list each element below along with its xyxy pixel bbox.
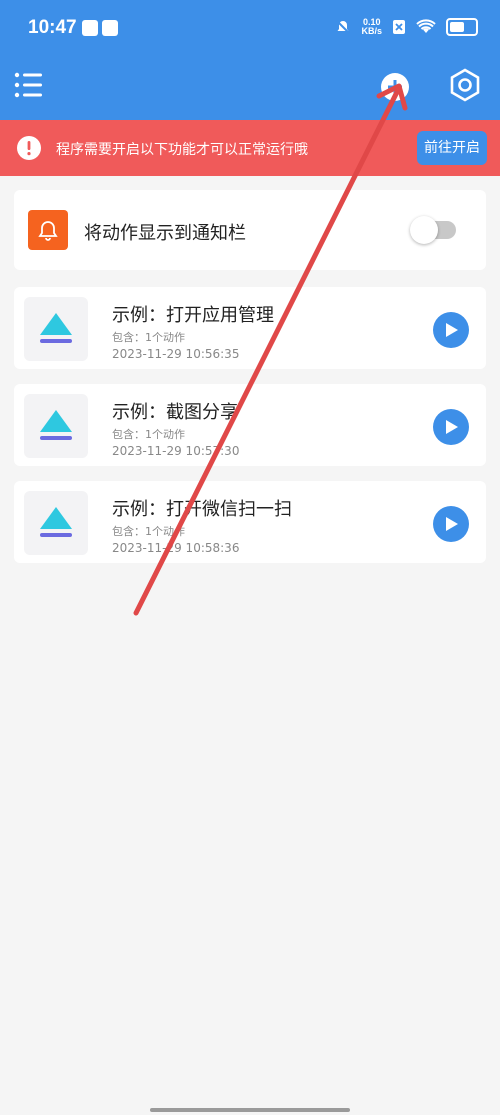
play-icon: [446, 323, 458, 337]
play-button[interactable]: [433, 409, 469, 445]
action-title: 示例：打开应用管理: [112, 305, 274, 326]
go-enable-button[interactable]: 前往开启: [417, 131, 487, 165]
action-date: 2023-11-29 10:58:36: [112, 541, 240, 555]
action-subtitle: 包含：1个动作: [112, 525, 185, 538]
toolbar: [0, 58, 500, 120]
battery-icon: [446, 18, 478, 36]
toggle-knob: [410, 216, 438, 244]
status-time: 10:47: [28, 17, 77, 38]
no-sim-icon: [393, 20, 405, 34]
app-notification-icon: [102, 20, 118, 36]
action-subtitle: 包含：1个动作: [112, 428, 185, 441]
home-indicator[interactable]: [150, 1108, 350, 1112]
banner-message: 程序需要开启以下功能才可以正常运行哦: [56, 142, 308, 158]
eject-triangle-icon: [40, 507, 72, 537]
notification-bar-toggle[interactable]: [410, 216, 456, 244]
status-bar: 10:47 0.10 KB/s: [0, 0, 500, 58]
play-button[interactable]: [433, 506, 469, 542]
action-thumbnail: [24, 394, 88, 458]
bell-icon: [28, 210, 68, 250]
add-circle-icon[interactable]: [380, 72, 410, 102]
eject-triangle-icon: [40, 313, 72, 343]
action-title: 示例：打开微信扫一扫: [112, 499, 292, 520]
eject-triangle-icon: [40, 410, 72, 440]
mute-bell-icon: [336, 20, 351, 34]
play-icon: [446, 517, 458, 531]
action-card[interactable]: 示例：截图分享 包含：1个动作 2023-11-29 10:57:30: [14, 384, 486, 466]
net-speed-unit: KB/s: [361, 26, 382, 36]
action-thumbnail: [24, 491, 88, 555]
action-card[interactable]: 示例：打开应用管理 包含：1个动作 2023-11-29 10:56:35: [14, 287, 486, 369]
action-thumbnail: [24, 297, 88, 361]
app-header: 10:47 0.10 KB/s: [0, 0, 500, 120]
notification-bar-setting: 将动作显示到通知栏: [14, 190, 486, 270]
status-icons: 0.10 KB/s: [335, 18, 478, 36]
warning-icon: [17, 136, 41, 160]
action-date: 2023-11-29 10:56:35: [112, 347, 240, 361]
menu-list-icon[interactable]: [14, 72, 44, 98]
action-subtitle: 包含：1个动作: [112, 331, 185, 344]
notification-bar-label: 将动作显示到通知栏: [84, 223, 246, 244]
message-notification-icon: [82, 20, 98, 36]
permission-banner: 程序需要开启以下功能才可以正常运行哦 前往开启: [0, 120, 500, 176]
action-title: 示例：截图分享: [112, 402, 238, 423]
play-icon: [446, 420, 458, 434]
net-speed: 0.10 KB/s: [361, 18, 382, 36]
play-button[interactable]: [433, 312, 469, 348]
wifi-icon: [416, 19, 436, 33]
action-card[interactable]: 示例：打开微信扫一扫 包含：1个动作 2023-11-29 10:58:36: [14, 481, 486, 563]
action-date: 2023-11-29 10:57:30: [112, 444, 240, 458]
settings-hexagon-icon[interactable]: [448, 68, 482, 102]
